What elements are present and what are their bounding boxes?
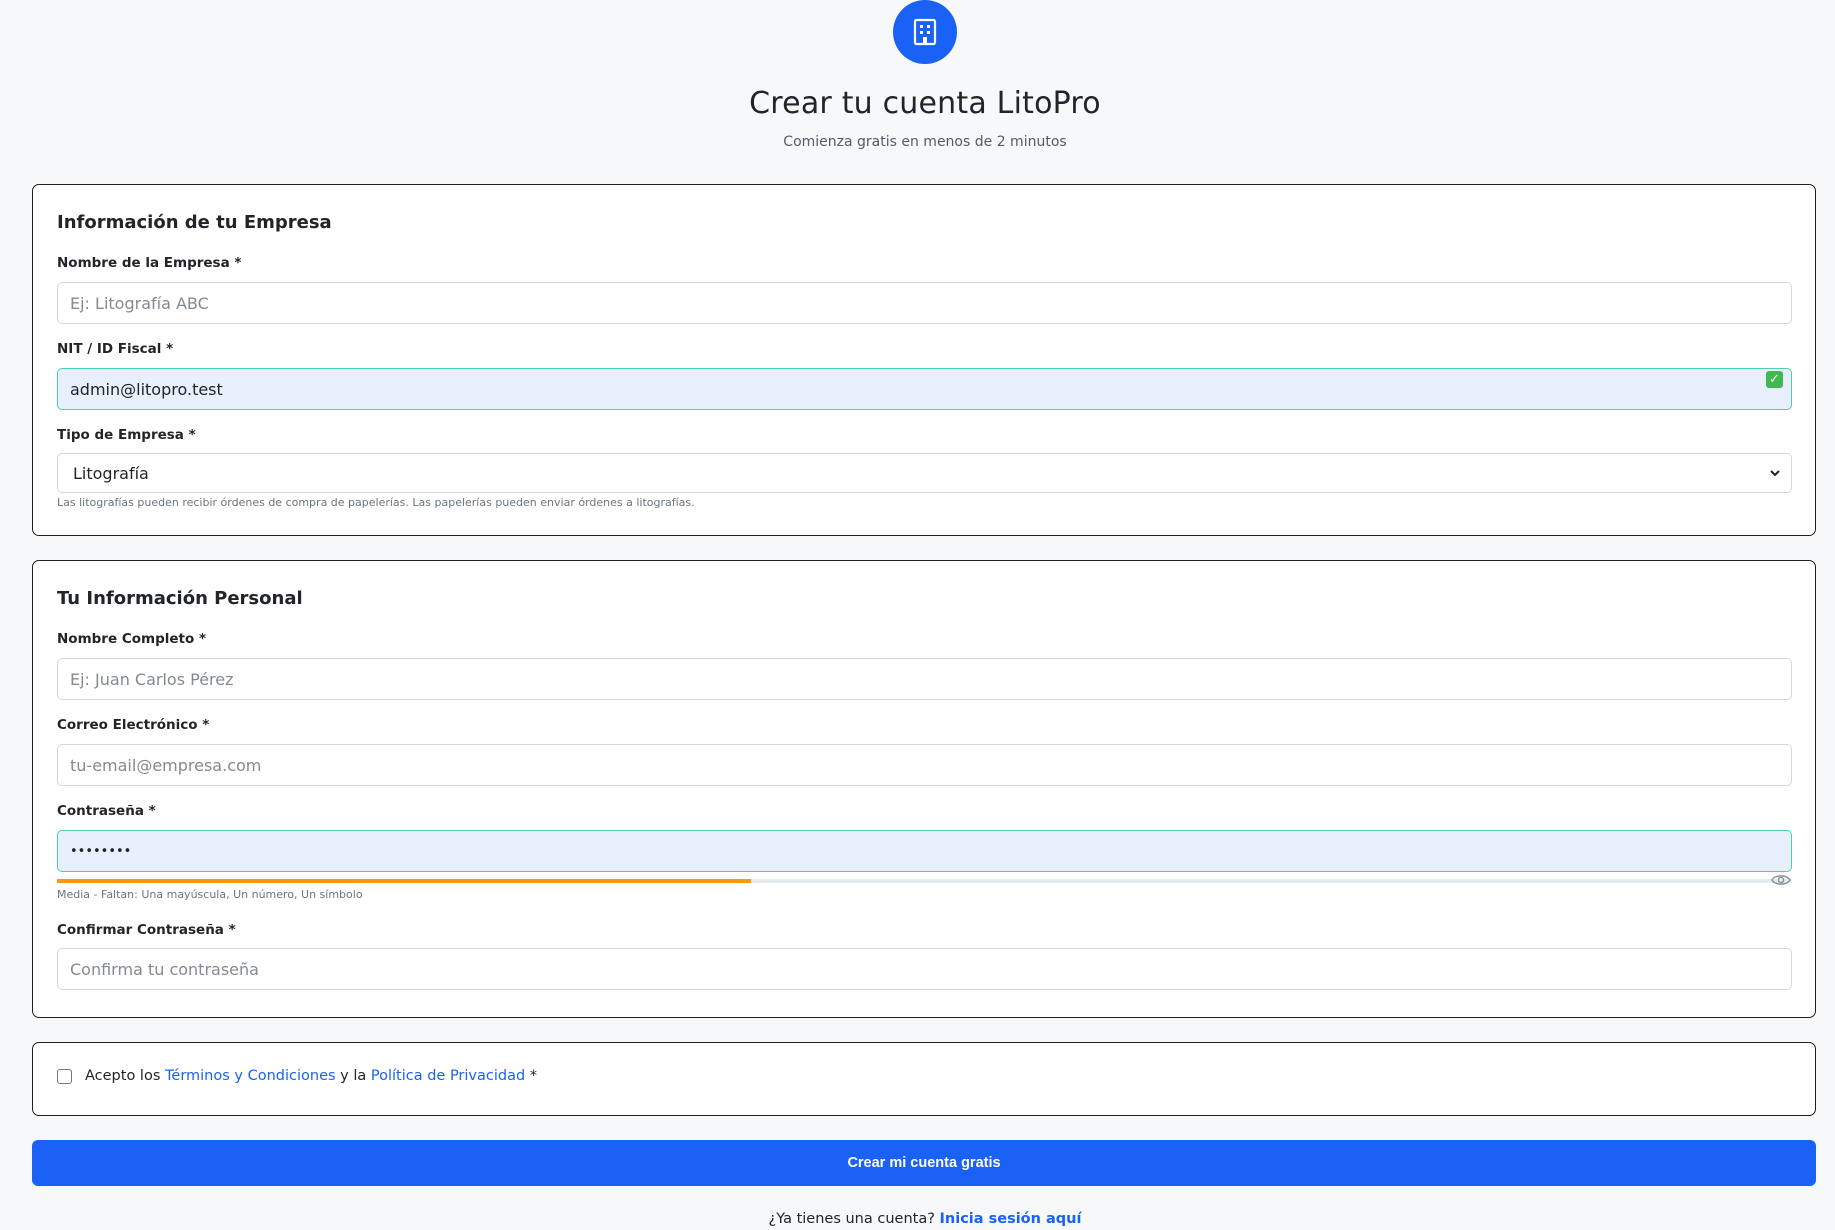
check-icon: ✓ (1766, 371, 1783, 388)
company-type-value: Litografía (73, 463, 149, 483)
confirm-password-input[interactable]: Confirma tu contraseña (57, 948, 1792, 990)
company-section-title: Información de tu Empresa (57, 212, 332, 233)
password-strength-text: Media - Faltan: Una mayúscula, Un número… (57, 888, 363, 901)
tax-id-label: NIT / ID Fiscal * (57, 341, 174, 357)
company-name-input[interactable]: Ej: Litografía ABC (57, 282, 1792, 324)
login-link[interactable]: Inicia sesión aquí (940, 1211, 1082, 1227)
terms-card: Acepto los Términos y Condiciones y la P… (32, 1042, 1816, 1116)
full-name-placeholder: Ej: Juan Carlos Pérez (70, 669, 234, 689)
full-name-input[interactable]: Ej: Juan Carlos Pérez (57, 658, 1792, 700)
email-input[interactable]: tu-email@empresa.com (57, 744, 1792, 786)
terms-text: Acepto los Términos y Condiciones y la P… (85, 1068, 537, 1084)
building-icon (913, 18, 937, 46)
company-type-label: Tipo de Empresa * (57, 427, 196, 443)
full-name-label: Nombre Completo * (57, 631, 207, 647)
login-prompt: ¿Ya tienes una cuenta? Inicia sesión aqu… (0, 1211, 1835, 1227)
personal-info-card: Tu Información Personal Nombre Completo … (32, 560, 1816, 1018)
chevron-down-icon (1770, 470, 1780, 477)
password-strength-bar (57, 879, 1792, 883)
page-title: Crear tu cuenta LitoPro (749, 86, 1101, 121)
password-strength-fill (57, 879, 751, 883)
terms-link[interactable]: Términos y Condiciones (165, 1068, 336, 1084)
tax-id-input[interactable]: admin@litopro.test ✓ (57, 368, 1792, 410)
terms-middle: y la (340, 1068, 367, 1084)
company-type-help: Las litografías pueden recibir órdenes d… (57, 496, 695, 509)
company-name-label: Nombre de la Empresa * (57, 255, 242, 271)
login-prompt-text: ¿Ya tienes una cuenta? (768, 1211, 935, 1227)
eye-icon[interactable] (1771, 873, 1791, 887)
confirm-password-placeholder: Confirma tu contraseña (70, 959, 259, 979)
email-placeholder: tu-email@empresa.com (70, 755, 262, 775)
logo-badge (893, 0, 957, 64)
privacy-link[interactable]: Política de Privacidad (371, 1068, 525, 1084)
company-info-card: Información de tu Empresa Nombre de la E… (32, 184, 1816, 536)
terms-prefix: Acepto los (85, 1068, 161, 1084)
tax-id-value: admin@litopro.test (70, 379, 223, 399)
company-type-select[interactable]: Litografía (57, 453, 1792, 493)
confirm-password-label: Confirmar Contraseña * (57, 922, 236, 938)
password-label: Contraseña * (57, 803, 156, 819)
personal-section-title: Tu Información Personal (57, 588, 303, 609)
page-subtitle: Comienza gratis en menos de 2 minutos (783, 134, 1067, 150)
create-account-button[interactable]: Crear mi cuenta gratis (32, 1140, 1816, 1186)
company-name-placeholder: Ej: Litografía ABC (70, 293, 209, 313)
terms-checkbox[interactable] (57, 1069, 72, 1084)
email-label: Correo Electrónico * (57, 717, 210, 733)
terms-required-mark: * (529, 1068, 538, 1084)
password-value: •••••••• (70, 843, 132, 859)
password-input[interactable]: •••••••• (57, 830, 1792, 872)
